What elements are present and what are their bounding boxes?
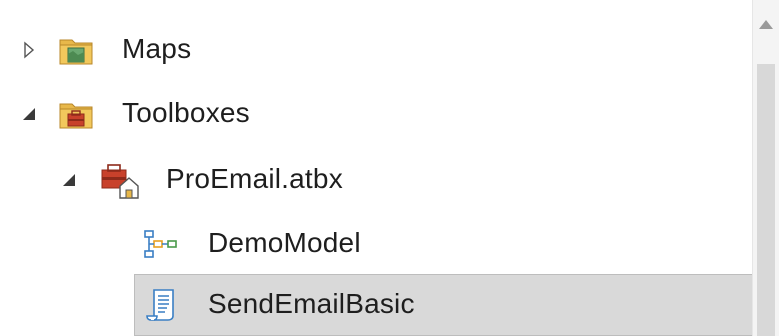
scrollbar-thumb[interactable] <box>757 64 775 336</box>
tree-item-label: SendEmailBasic <box>208 288 415 319</box>
tree-item-maps[interactable]: Maps <box>0 20 753 80</box>
script-icon <box>146 289 174 321</box>
tree-item-label: ProEmail.atbx <box>166 163 343 194</box>
tree-item-sendemailbasic[interactable]: SendEmailBasic <box>134 274 753 336</box>
toolbox-folder-icon <box>59 103 93 129</box>
tree-item-proemail-atbx[interactable]: ProEmail.atbx <box>0 150 753 210</box>
tree-item-label: Toolboxes <box>122 97 250 128</box>
vertical-scrollbar[interactable] <box>752 0 779 336</box>
catalog-tree-pane: Maps Toolboxes ProEmail.atbx DemoModel S… <box>0 0 779 336</box>
collapse-arrow-icon[interactable] <box>20 105 38 123</box>
scroll-up-arrow-icon[interactable] <box>759 20 773 29</box>
model-icon <box>144 230 177 258</box>
map-folder-icon <box>59 39 93 65</box>
tree-item-label: Maps <box>122 33 192 64</box>
collapse-arrow-icon[interactable] <box>60 171 78 189</box>
toolbox-icon <box>101 164 139 199</box>
expand-arrow-icon[interactable] <box>20 41 38 59</box>
tree-item-demomodel[interactable]: DemoModel <box>0 214 753 274</box>
tree-item-label: DemoModel <box>208 227 361 258</box>
tree-item-toolboxes[interactable]: Toolboxes <box>0 84 753 144</box>
